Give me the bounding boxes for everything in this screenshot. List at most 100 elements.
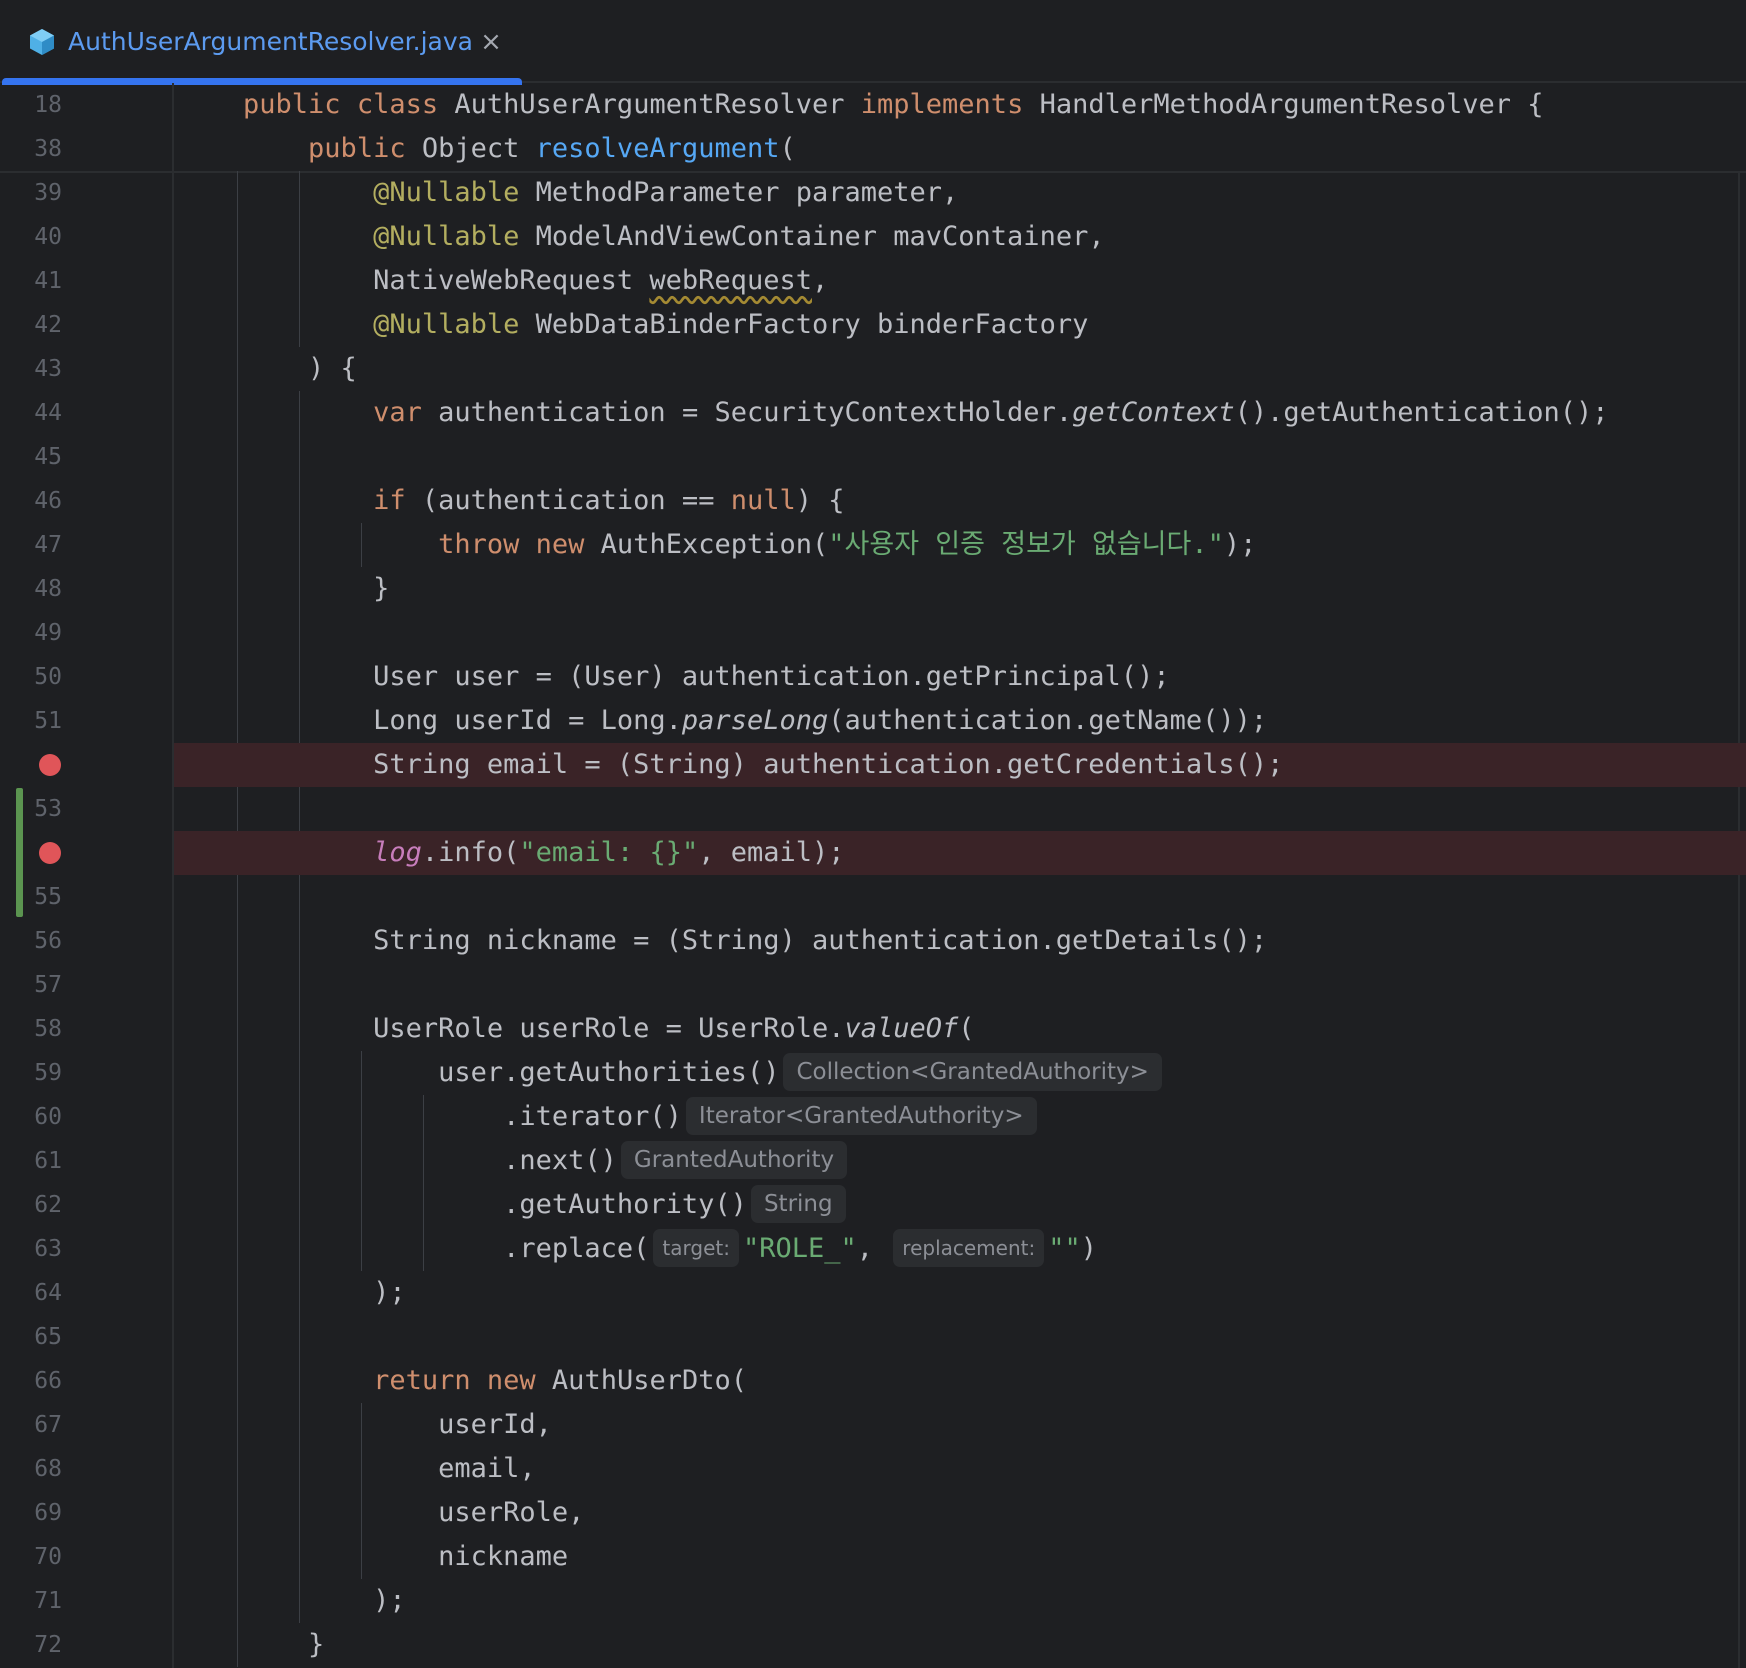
line-number[interactable]: 69 xyxy=(0,1491,62,1535)
code-line[interactable]: 50 User user = (User) authentication.get… xyxy=(0,655,1746,699)
code-line[interactable]: 38 public Object resolveArgument( xyxy=(0,127,1746,171)
code-text[interactable]: email, xyxy=(178,1447,536,1491)
code-text[interactable]: userRole, xyxy=(178,1491,584,1535)
code-line[interactable]: 65 xyxy=(0,1315,1746,1359)
code-text[interactable]: } xyxy=(178,1623,324,1667)
code-text[interactable]: public class AuthUserArgumentResolver im… xyxy=(178,83,1543,127)
code-line[interactable]: 70 nickname xyxy=(0,1535,1746,1579)
code-text[interactable]: var authentication = SecurityContextHold… xyxy=(178,391,1608,435)
code-line[interactable]: 41 NativeWebRequest webRequest, xyxy=(0,259,1746,303)
code-line[interactable]: 66 return new AuthUserDto( xyxy=(0,1359,1746,1403)
line-number[interactable]: 41 xyxy=(0,259,62,303)
line-number[interactable]: 18 xyxy=(0,83,62,127)
code-text[interactable]: throw new AuthException("사용자 인증 정보가 없습니다… xyxy=(178,523,1256,567)
line-number[interactable]: 51 xyxy=(0,699,62,743)
line-number[interactable]: 72 xyxy=(0,1623,62,1667)
line-number[interactable]: 62 xyxy=(0,1183,62,1227)
code-text[interactable]: user.getAuthorities() Collection<GrantedA… xyxy=(178,1051,1162,1095)
code-text[interactable]: .getAuthority() String xyxy=(178,1183,846,1227)
code-text[interactable]: log.info("email: {}", email); xyxy=(178,831,844,875)
code-line[interactable]: log.info("email: {}", email); xyxy=(0,831,1746,875)
code-text[interactable]: String nickname = (String) authenticatio… xyxy=(178,919,1267,963)
close-icon[interactable]: × xyxy=(474,22,508,62)
code-line[interactable]: 49 xyxy=(0,611,1746,655)
line-number[interactable]: 65 xyxy=(0,1315,62,1359)
code-line[interactable]: 56 String nickname = (String) authentica… xyxy=(0,919,1746,963)
code-line[interactable]: 59 user.getAuthorities() Collection<Grant… xyxy=(0,1051,1746,1095)
code-text[interactable]: return new AuthUserDto( xyxy=(178,1359,747,1403)
code-line[interactable]: String email = (String) authentication.g… xyxy=(0,743,1746,787)
line-number[interactable]: 57 xyxy=(0,963,62,1007)
line-number[interactable]: 42 xyxy=(0,303,62,347)
line-number[interactable]: 48 xyxy=(0,567,62,611)
line-number[interactable]: 55 xyxy=(0,875,62,919)
line-number[interactable]: 39 xyxy=(0,171,62,215)
line-number[interactable]: 70 xyxy=(0,1535,62,1579)
code-line[interactable]: 63 .replace(target: "ROLE_", replacement:… xyxy=(0,1227,1746,1271)
line-number[interactable]: 68 xyxy=(0,1447,62,1491)
line-number[interactable]: 45 xyxy=(0,435,62,479)
breakpoint-icon[interactable] xyxy=(39,754,61,776)
code-line[interactable]: 55 xyxy=(0,875,1746,919)
code-line[interactable]: 40 @Nullable ModelAndViewContainer mavCo… xyxy=(0,215,1746,259)
line-number[interactable]: 58 xyxy=(0,1007,62,1051)
code-line[interactable]: 39 @Nullable MethodParameter parameter, xyxy=(0,171,1746,215)
code-line[interactable]: 42 @Nullable WebDataBinderFactory binder… xyxy=(0,303,1746,347)
line-number[interactable]: 66 xyxy=(0,1359,62,1403)
code-line[interactable]: 43 ) { xyxy=(0,347,1746,391)
code-line[interactable]: 69 userRole, xyxy=(0,1491,1746,1535)
code-editor[interactable]: 18 public class AuthUserArgumentResolver… xyxy=(0,83,1746,1668)
code-text[interactable]: } xyxy=(178,567,389,611)
code-line[interactable]: 72 } xyxy=(0,1623,1746,1667)
code-text[interactable]: NativeWebRequest webRequest, xyxy=(178,259,828,303)
code-text[interactable]: nickname xyxy=(178,1535,568,1579)
code-line[interactable]: 53 xyxy=(0,787,1746,831)
code-line[interactable]: 48 } xyxy=(0,567,1746,611)
code-text[interactable]: Long userId = Long.parseLong(authenticat… xyxy=(178,699,1267,743)
code-line[interactable]: 71 ); xyxy=(0,1579,1746,1623)
code-line[interactable]: 67 userId, xyxy=(0,1403,1746,1447)
code-text[interactable]: UserRole userRole = UserRole.valueOf( xyxy=(178,1007,974,1051)
line-number[interactable]: 49 xyxy=(0,611,62,655)
line-number[interactable]: 44 xyxy=(0,391,62,435)
line-number[interactable]: 47 xyxy=(0,523,62,567)
breakpoint-icon[interactable] xyxy=(39,842,61,864)
line-number[interactable]: 38 xyxy=(0,127,62,171)
code-text[interactable]: public Object resolveArgument( xyxy=(178,127,796,171)
code-line[interactable]: 57 xyxy=(0,963,1746,1007)
line-number[interactable]: 60 xyxy=(0,1095,62,1139)
line-number[interactable]: 59 xyxy=(0,1051,62,1095)
line-number[interactable]: 64 xyxy=(0,1271,62,1315)
code-line[interactable]: 68 email, xyxy=(0,1447,1746,1491)
code-text[interactable]: ); xyxy=(178,1579,406,1623)
code-text[interactable]: if (authentication == null) { xyxy=(178,479,844,523)
code-line[interactable]: 45 xyxy=(0,435,1746,479)
code-line[interactable]: 46 if (authentication == null) { xyxy=(0,479,1746,523)
line-number[interactable]: 40 xyxy=(0,215,62,259)
code-text[interactable]: @Nullable ModelAndViewContainer mavConta… xyxy=(178,215,1105,259)
code-text[interactable]: @Nullable WebDataBinderFactory binderFac… xyxy=(178,303,1088,347)
line-number[interactable]: 61 xyxy=(0,1139,62,1183)
code-line[interactable]: 60 .iterator() Iterator<GrantedAuthority> xyxy=(0,1095,1746,1139)
code-text[interactable]: ) { xyxy=(178,347,357,391)
line-number[interactable]: 63 xyxy=(0,1227,62,1271)
code-line[interactable]: 44 var authentication = SecurityContextH… xyxy=(0,391,1746,435)
line-number[interactable]: 56 xyxy=(0,919,62,963)
line-number[interactable]: 71 xyxy=(0,1579,62,1623)
code-text[interactable]: userId, xyxy=(178,1403,552,1447)
code-text[interactable]: .replace(target: "ROLE_", replacement: "") xyxy=(178,1227,1097,1271)
code-text[interactable]: User user = (User) authentication.getPri… xyxy=(178,655,1170,699)
code-text[interactable]: @Nullable MethodParameter parameter, xyxy=(178,171,958,215)
code-line[interactable]: 61 .next() GrantedAuthority xyxy=(0,1139,1746,1183)
line-number[interactable]: 67 xyxy=(0,1403,62,1447)
line-number[interactable]: 50 xyxy=(0,655,62,699)
code-text[interactable]: .next() GrantedAuthority xyxy=(178,1139,848,1183)
line-number[interactable]: 53 xyxy=(0,787,62,831)
code-text[interactable]: .iterator() Iterator<GrantedAuthority> xyxy=(178,1095,1037,1139)
code-text[interactable]: ); xyxy=(178,1271,406,1315)
code-line[interactable]: 47 throw new AuthException("사용자 인증 정보가 없… xyxy=(0,523,1746,567)
code-line[interactable]: 18 public class AuthUserArgumentResolver… xyxy=(0,83,1746,127)
code-line[interactable]: 62 .getAuthority() String xyxy=(0,1183,1746,1227)
line-number[interactable]: 43 xyxy=(0,347,62,391)
code-line[interactable]: 51 Long userId = Long.parseLong(authenti… xyxy=(0,699,1746,743)
